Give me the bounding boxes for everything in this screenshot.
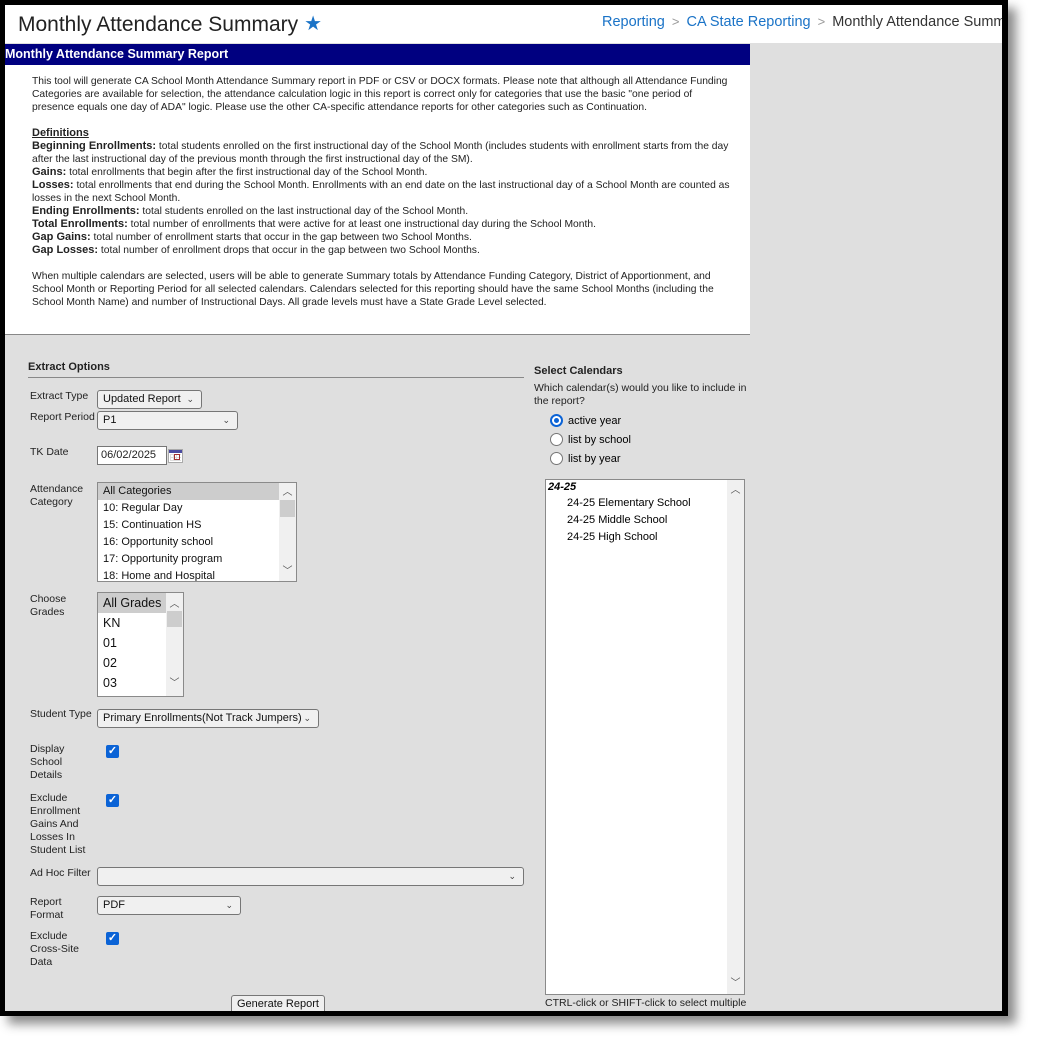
chevron-down-icon: ⌄: [222, 415, 230, 425]
radio-icon[interactable]: [550, 452, 563, 465]
scroll-thumb[interactable]: [280, 500, 295, 517]
definition-item: Losses: total enrollments that end durin…: [32, 179, 730, 204]
multi-select-hint: CTRL-click or SHIFT-click to select mult…: [545, 997, 747, 1009]
display-school-details-label: Display School Details: [30, 743, 65, 781]
scroll-down-icon[interactable]: ﹀: [166, 674, 183, 694]
ad-hoc-filter-label: Ad Hoc Filter: [30, 867, 91, 879]
student-type-select[interactable]: Primary Enrollments(Not Track Jumpers) ⌄: [97, 709, 319, 728]
definitions-heading: Definitions: [32, 127, 89, 139]
star-icon[interactable]: ★: [304, 11, 322, 36]
calendar-icon[interactable]: [168, 449, 183, 463]
tk-date-input[interactable]: 06/02/2025: [97, 446, 167, 465]
definition-item: Beginning Enrollments: total students en…: [32, 140, 729, 165]
breadcrumb-current: Monthly Attendance Summary: [832, 14, 1008, 30]
extract-options-section: Extract Options: [28, 361, 524, 378]
exclude-cross-site-checkbox[interactable]: ✓: [106, 932, 119, 945]
list-item[interactable]: 24-25 High School: [546, 529, 744, 546]
page-title-text: Monthly Attendance Summary: [18, 13, 299, 36]
calendar-question: Which calendar(s) would you like to incl…: [534, 382, 747, 407]
definition-item: Gains: total enrollments that begin afte…: [32, 166, 428, 178]
extract-type-select[interactable]: Updated Report ⌄: [97, 390, 202, 409]
breadcrumb-ca-state-reporting[interactable]: CA State Reporting: [686, 14, 810, 30]
list-item[interactable]: 24-25 Elementary School: [546, 495, 744, 512]
list-item[interactable]: All Categories: [98, 483, 296, 500]
top-bar: Monthly Attendance Summary ★ Reporting > CA…: [5, 5, 1002, 43]
report-period-label: Report Period: [30, 411, 95, 423]
definition-item: Gap Losses: total number of enrollment d…: [32, 244, 480, 256]
calendar-group-label: 24-25: [548, 481, 577, 493]
app-window: Monthly Attendance Summary ★ Reporting > CA…: [0, 0, 1008, 1016]
student-type-label: Student Type: [30, 708, 92, 720]
attendance-category-label: Attendance Category: [30, 483, 84, 508]
extract-type-label: Extract Type: [30, 390, 89, 402]
exclude-gains-losses-checkbox[interactable]: ✓: [106, 794, 119, 807]
list-item[interactable]: 17: Opportunity program: [98, 551, 296, 568]
list-item[interactable]: 15: Continuation HS: [98, 517, 296, 534]
list-item[interactable]: 10: Regular Day: [98, 500, 296, 517]
report-format-select[interactable]: PDF ⌄: [97, 896, 241, 915]
chevron-down-icon: ⌄: [508, 871, 516, 881]
tk-date-label: TK Date: [30, 446, 69, 458]
breadcrumb-reporting[interactable]: Reporting: [602, 14, 665, 30]
chevron-down-icon: ⌄: [303, 713, 311, 723]
list-item[interactable]: 18: Home and Hospital: [98, 568, 296, 581]
scroll-thumb[interactable]: [167, 611, 182, 627]
scrollbar[interactable]: ︿ ﹀: [279, 483, 296, 581]
exclude-cross-site-label: Exclude Cross-Site Data: [30, 930, 80, 968]
chevron-down-icon: ⌄: [225, 900, 233, 910]
scroll-down-icon[interactable]: ﹀: [279, 563, 296, 580]
scroll-down-icon[interactable]: ﹀: [727, 975, 744, 992]
ad-hoc-filter-select[interactable]: ⌄: [97, 867, 524, 886]
definition-item: Gap Gains: total number of enrollment st…: [32, 231, 472, 243]
select-calendars-section: Select Calendars Which calendar(s) would…: [534, 365, 754, 408]
chevron-right-icon: >: [817, 14, 826, 29]
generate-report-button[interactable]: Generate Report: [231, 995, 325, 1011]
breadcrumb: Reporting > CA State Reporting > Monthly Att…: [602, 14, 1008, 30]
multi-calendar-note: When multiple calendars are selected, us…: [32, 271, 714, 308]
definition-item: Total Enrollments: total number of enrol…: [32, 218, 596, 230]
scrollbar[interactable]: ︿ ﹀: [727, 480, 744, 994]
report-format-label: Report Format: [30, 896, 64, 921]
attendance-category-listbox[interactable]: All Categories 10: Regular Day 15: Conti…: [97, 482, 297, 582]
scroll-up-icon[interactable]: ︿: [727, 482, 744, 499]
extract-options-title: Extract Options: [28, 361, 524, 378]
grades-listbox[interactable]: All Grades KN 01 02 03 ︿ ﹀: [97, 592, 184, 697]
intro-text: This tool will generate CA School Month …: [32, 76, 728, 113]
page-title: Monthly Attendance Summary ★: [18, 11, 322, 37]
list-item[interactable]: 24-25 Middle School: [546, 512, 744, 529]
list-item[interactable]: 16: Opportunity school: [98, 534, 296, 551]
report-period-select[interactable]: P1 ⌄: [97, 411, 238, 430]
report-header: Monthly Attendance Summary Report: [5, 44, 750, 65]
radio-selected-icon[interactable]: [550, 414, 563, 427]
display-school-details-checkbox[interactable]: ✓: [106, 745, 119, 758]
choose-grades-label: Choose Grades: [30, 593, 67, 618]
exclude-gains-losses-label: Exclude Enrollment Gains And Losses In S…: [30, 792, 86, 856]
report-description: This tool will generate CA School Month …: [5, 65, 750, 335]
radio-icon[interactable]: [550, 433, 563, 446]
select-calendars-title: Select Calendars: [534, 365, 623, 377]
chevron-right-icon: >: [671, 14, 680, 29]
scrollbar[interactable]: ︿ ﹀: [166, 593, 183, 696]
chevron-down-icon: ⌄: [186, 394, 194, 404]
scroll-up-icon[interactable]: ︿: [279, 484, 296, 501]
calendar-listbox[interactable]: 24-25 24-25 Elementary School 24-25 Midd…: [545, 479, 745, 995]
definition-item: Ending Enrollments: total students enrol…: [32, 205, 469, 217]
